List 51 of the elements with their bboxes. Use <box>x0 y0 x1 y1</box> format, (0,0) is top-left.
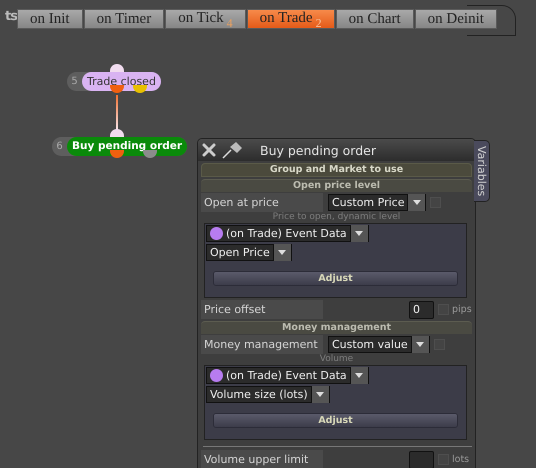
event-tab[interactable]: on Trade $_{2}$ <box>246 9 335 29</box>
node-label: Buy pending order <box>67 137 188 156</box>
node-number: 5 <box>70 76 79 87</box>
event-tab[interactable]: on Timer <box>84 9 164 29</box>
dropdown[interactable]: (on Trade) Event Data <box>206 225 369 242</box>
field-label: Price offset <box>201 300 323 319</box>
dropdown[interactable]: (on Trade) Event Data <box>206 367 369 384</box>
connector-line <box>116 95 118 131</box>
node-number: 6 <box>55 141 64 152</box>
adjust-button[interactable]: Adjust <box>213 413 458 428</box>
section-header: Open price level <box>201 179 472 192</box>
node[interactable]: 5 Trade closed <box>67 72 161 91</box>
dropdown[interactable]: Open Price <box>206 244 292 261</box>
dropdown[interactable]: Custom Price <box>328 194 426 211</box>
caret-icon <box>416 342 424 347</box>
adjust-button[interactable]: Adjust <box>213 271 458 286</box>
event-tab[interactable]: on Chart <box>336 9 414 29</box>
event-tab[interactable]: on Init <box>17 9 83 29</box>
node-label: Trade closed <box>82 72 161 91</box>
group-header[interactable]: Group and Market to use <box>201 163 472 177</box>
input-port[interactable] <box>110 129 124 137</box>
field-label: Volume upper limit <box>201 450 323 468</box>
input-field[interactable] <box>409 450 434 468</box>
close-icon[interactable] <box>202 143 216 157</box>
event-tab[interactable]: on Deinit <box>414 9 497 29</box>
caret-icon <box>355 373 364 378</box>
caret-icon <box>316 392 324 397</box>
caret-icon <box>278 250 286 255</box>
field-hint: Volume <box>320 354 354 364</box>
pin-icon[interactable] <box>221 141 243 159</box>
input-port[interactable] <box>110 64 124 72</box>
unit-label: pips <box>452 304 472 315</box>
field-label: Open at price <box>201 193 323 212</box>
node[interactable]: 6 Buy pending order <box>52 137 188 156</box>
dropdown[interactable]: Custom value <box>328 336 430 353</box>
field-hint: Price to open, dynamic level <box>272 212 400 222</box>
output-port[interactable] <box>110 150 124 158</box>
variables-tab[interactable]: Variables <box>474 140 490 202</box>
unit-label: lots <box>452 454 470 465</box>
panel-title: Buy pending order <box>260 142 376 158</box>
event-tab[interactable]: on Tick $_{4}$ <box>165 9 246 29</box>
caret-icon <box>412 200 421 205</box>
dropdown[interactable]: Volume size (lots) <box>206 386 330 403</box>
field-label: Money management <box>201 335 323 354</box>
section-header: Money management <box>201 321 472 334</box>
output-port[interactable] <box>143 150 157 158</box>
caret-icon <box>355 231 364 236</box>
output-port[interactable] <box>110 85 124 93</box>
output-port[interactable] <box>133 85 147 93</box>
tab-strip-label: ts <box>4 9 17 24</box>
input-field[interactable]: 0 <box>409 300 434 318</box>
